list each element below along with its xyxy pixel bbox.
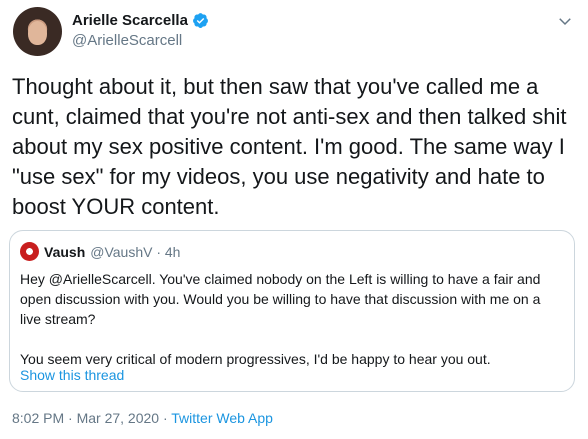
quoted-avatar bbox=[20, 242, 39, 261]
author-handle[interactable]: @ArielleScarcell bbox=[72, 32, 209, 49]
tweet-meta: 8:02 PM · Mar 27, 2020 · Twitter Web App bbox=[12, 410, 273, 426]
show-thread-link[interactable]: Show this thread bbox=[20, 367, 124, 383]
quoted-handle-time: @VaushV · 4h bbox=[90, 243, 181, 260]
author-block: Arielle Scarcella @ArielleScarcell bbox=[72, 12, 209, 49]
author-display-name[interactable]: Arielle Scarcella bbox=[72, 12, 188, 29]
quoted-tweet-header: Vaush @VaushV · 4h bbox=[20, 242, 180, 261]
tweet-source[interactable]: Twitter Web App bbox=[171, 410, 273, 426]
quoted-tweet[interactable]: Vaush @VaushV · 4h Hey @ArielleScarcell.… bbox=[9, 230, 575, 392]
quoted-paragraph-2: You seem very critical of modern progres… bbox=[20, 351, 491, 367]
tweet-text: Thought about it, but then saw that you'… bbox=[12, 74, 573, 219]
avatar-face bbox=[28, 21, 47, 45]
avatar[interactable] bbox=[13, 7, 62, 56]
author-name-row: Arielle Scarcella bbox=[72, 12, 209, 29]
tweet-timestamp[interactable]: 8:02 PM · Mar 27, 2020 · bbox=[12, 410, 171, 426]
verified-icon bbox=[192, 13, 208, 28]
quoted-display-name: Vaush bbox=[44, 243, 86, 260]
chevron-down-icon[interactable] bbox=[556, 12, 574, 30]
quoted-paragraph-1: Hey @ArielleScarcell. You've claimed nob… bbox=[20, 271, 541, 327]
quoted-tweet-text: Hey @ArielleScarcell. You've claimed nob… bbox=[20, 269, 560, 369]
